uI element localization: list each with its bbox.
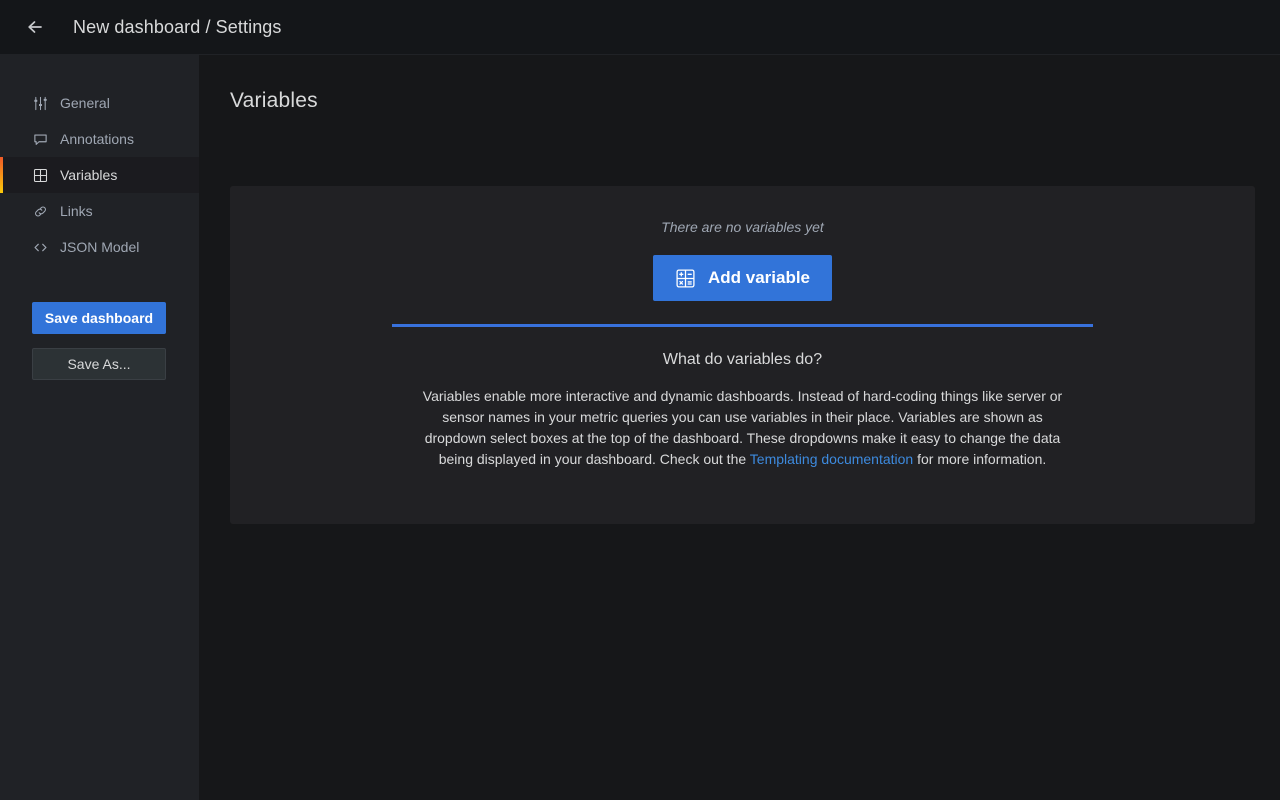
info-text-part2: for more information.: [913, 451, 1046, 467]
comment-icon: [32, 131, 49, 148]
sidebar-actions: Save dashboard Save As...: [0, 302, 199, 380]
info-heading: What do variables do?: [230, 351, 1255, 369]
save-dashboard-button[interactable]: Save dashboard: [32, 302, 166, 334]
code-brackets-icon: [32, 239, 49, 256]
main-content: Variables There are no variables yet Add…: [199, 55, 1280, 800]
sidebar-item-annotations[interactable]: Annotations: [0, 121, 199, 157]
sliders-icon: [32, 95, 49, 112]
sidebar-item-general[interactable]: General: [0, 85, 199, 121]
sidebar-item-variables[interactable]: Variables: [0, 157, 199, 193]
add-variable-label: Add variable: [708, 268, 810, 288]
sidebar-item-links[interactable]: Links: [0, 193, 199, 229]
add-variable-button[interactable]: Add variable: [653, 255, 832, 301]
sidebar-item-label: Links: [60, 204, 93, 218]
calculator-grid-icon: [675, 268, 696, 289]
variables-empty-panel: There are no variables yet Add variable: [230, 186, 1255, 524]
back-button[interactable]: [18, 10, 52, 44]
add-variable-row: Add variable: [230, 255, 1255, 301]
settings-sidebar: General Annotations Variables: [0, 55, 199, 800]
table-grid-icon: [32, 167, 49, 184]
topbar: New dashboard / Settings: [0, 0, 1280, 55]
save-as-button[interactable]: Save As...: [32, 348, 166, 380]
templating-documentation-link[interactable]: Templating documentation: [750, 451, 913, 467]
link-chain-icon: [32, 203, 49, 220]
sidebar-item-json-model[interactable]: JSON Model: [0, 229, 199, 265]
sidebar-item-label: Annotations: [60, 132, 134, 146]
page-title: Variables: [230, 89, 1280, 113]
empty-state-message: There are no variables yet: [230, 219, 1255, 235]
sidebar-item-label: Variables: [60, 168, 117, 182]
info-paragraph: Variables enable more interactive and dy…: [413, 386, 1073, 470]
sidebar-item-label: General: [60, 96, 110, 110]
section-divider: [392, 324, 1093, 327]
arrow-left-icon: [25, 17, 45, 37]
settings-nav-list: General Annotations Variables: [0, 55, 199, 265]
sidebar-item-label: JSON Model: [60, 240, 139, 254]
page-breadcrumb-title: New dashboard / Settings: [73, 17, 282, 38]
